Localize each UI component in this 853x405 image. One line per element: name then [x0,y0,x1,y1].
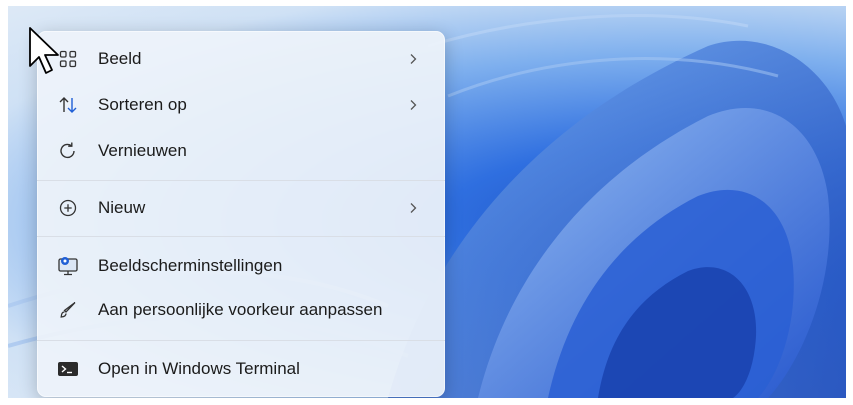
chevron-right-icon [407,197,419,219]
chevron-right-icon [407,94,419,116]
plus-circle-icon [57,197,79,219]
menu-item-label: Beeld [98,49,142,68]
terminal-icon [57,358,79,380]
desktop-context-menu: Beeld Sorteren op Vernieuwen Nieuw Beeld… [37,31,445,397]
menu-item-beeldscherminstellingen[interactable]: Beeldscherminstellingen [43,246,439,286]
brush-icon [57,299,79,321]
refresh-icon [57,140,79,162]
menu-item-beeld[interactable]: Beeld [43,39,439,79]
menu-item-label: Nieuw [98,198,146,217]
desktop-wallpaper[interactable]: Beeld Sorteren op Vernieuwen Nieuw Beeld… [8,6,846,398]
display-settings-icon [57,255,79,277]
menu-item-nieuw[interactable]: Nieuw [43,188,439,228]
menu-item-label: Open in Windows Terminal [98,359,300,378]
menu-item-label: Vernieuwen [98,141,187,160]
chevron-right-icon [407,48,419,70]
menu-item-label: Beeldscherminstellingen [98,256,283,275]
menu-separator [37,236,445,237]
menu-item-sorteren-op[interactable]: Sorteren op [43,85,439,125]
mouse-pointer-icon [29,27,59,74]
menu-item-label: Aan persoonlijke voorkeur aanpassen [98,300,383,319]
menu-separator [37,340,445,341]
sort-arrows-icon [57,94,79,116]
menu-separator [37,180,445,181]
menu-item-open-in-windows-terminal[interactable]: Open in Windows Terminal [43,349,439,389]
menu-item-label: Sorteren op [98,95,187,114]
menu-item-vernieuwen[interactable]: Vernieuwen [43,131,439,171]
menu-item-aan-persoonlijke-voorkeur-aanpassen[interactable]: Aan persoonlijke voorkeur aanpassen [43,290,439,330]
